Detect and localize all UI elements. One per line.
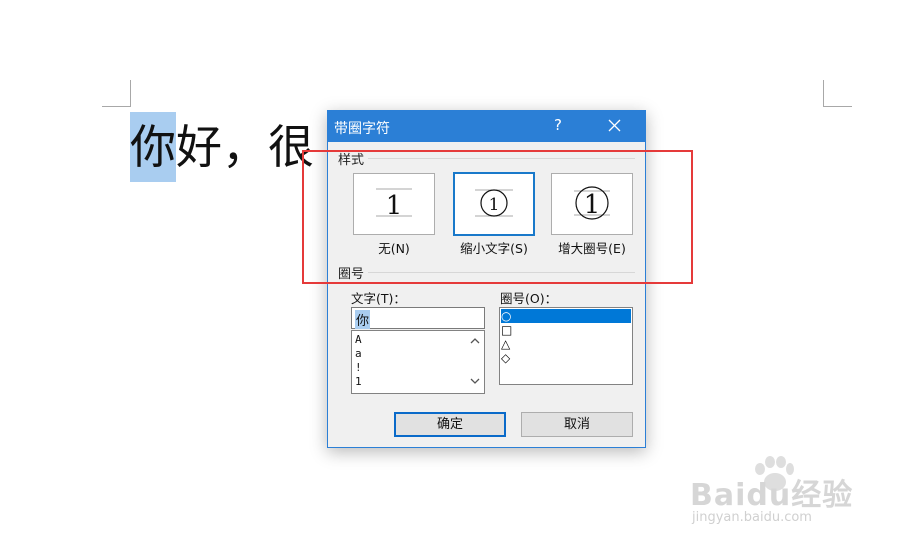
text-input[interactable]: 你 <box>351 307 485 329</box>
style-option-none[interactable]: 1 <box>353 173 435 235</box>
watermark-url: jingyan.baidu.com <box>692 510 812 525</box>
style-shrink-label: 缩小文字(S) <box>460 241 528 256</box>
scroll-up-icon[interactable] <box>468 334 482 348</box>
enclosure-option-circle[interactable]: ○ <box>501 309 631 323</box>
enclosure-list[interactable]: ○ □ △ ◇ <box>499 307 633 385</box>
enclosure-field-label: 圈号(O)： <box>500 291 558 306</box>
baidu-watermark: Baidu经验 jingyan.baidu.com <box>690 455 860 530</box>
text-list-item[interactable]: A <box>355 333 362 347</box>
style-shrink-preview: 1 <box>475 189 513 217</box>
text-input-value: 你 <box>355 310 371 329</box>
document-text[interactable]: 你好，很 <box>130 112 314 182</box>
dialog-titlebar[interactable]: 带圈字符 ? <box>328 111 645 142</box>
style-enlarge-label: 增大圈号(E) <box>558 241 626 256</box>
crop-mark-left-vertical <box>130 80 131 107</box>
style-option-enlarge-circle[interactable]: 1 <box>551 173 633 235</box>
close-icon <box>608 119 621 132</box>
enclose-characters-dialog: 带圈字符 ? 样式 1 无(N) 1 缩小文字(S) 1 增大圈号(E) 圈号 … <box>327 110 646 448</box>
text-list-item[interactable]: ! <box>355 361 362 375</box>
scroll-down-icon[interactable] <box>468 374 482 388</box>
circle-section-label: 圈号 <box>338 267 365 282</box>
svg-text:1: 1 <box>584 190 601 220</box>
ok-button[interactable]: 确定 <box>394 412 506 437</box>
svg-text:1: 1 <box>489 195 500 215</box>
style-section-label: 样式 <box>338 153 365 168</box>
text-list-item[interactable]: a <box>355 347 362 361</box>
enclosure-option-diamond[interactable]: ◇ <box>501 351 631 365</box>
style-separator <box>368 158 635 159</box>
cancel-button[interactable]: 取消 <box>521 412 633 437</box>
selected-character[interactable]: 你 <box>130 112 176 182</box>
crop-mark-right-horizontal <box>823 106 852 107</box>
close-button[interactable] <box>600 116 628 136</box>
enclosure-option-square[interactable]: □ <box>501 323 631 337</box>
dialog-title: 带圈字符 <box>334 121 390 137</box>
watermark-brand: Baidu经验 <box>690 478 854 513</box>
style-none-glyph: 1 <box>386 191 403 221</box>
style-none-label: 无(N) <box>378 241 410 256</box>
enclosure-option-triangle[interactable]: △ <box>501 337 631 351</box>
style-none-preview: 1 <box>376 188 412 221</box>
text-list[interactable]: A a ! 1 <box>351 330 485 394</box>
text-list-item[interactable]: 1 <box>355 375 362 389</box>
document-rest-text: 好，很 <box>176 120 314 174</box>
text-field-label: 文字(T)： <box>351 291 406 306</box>
crop-mark-left-horizontal <box>102 106 131 107</box>
style-option-shrink-text[interactable]: 1 <box>453 172 535 236</box>
help-button[interactable]: ? <box>548 116 568 134</box>
crop-mark-right-vertical <box>823 80 824 107</box>
style-enlarge-preview: 1 <box>574 186 610 220</box>
circle-separator <box>368 272 635 273</box>
